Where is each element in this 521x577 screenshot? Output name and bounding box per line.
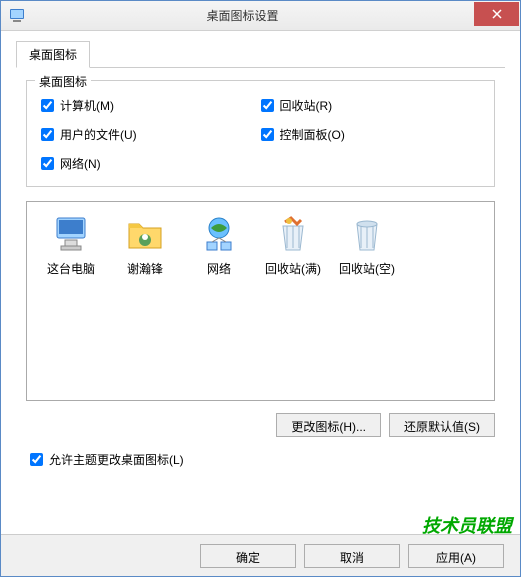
allow-themes-input[interactable]	[30, 453, 43, 466]
close-button[interactable]	[474, 2, 519, 26]
allow-themes-label: 允许主题更改桌面图标(L)	[49, 451, 184, 468]
check-computer[interactable]: 计算机(M)	[41, 97, 261, 114]
recycle-empty-icon	[347, 214, 387, 254]
titlebar: 桌面图标设置	[1, 1, 520, 31]
app-icon	[9, 8, 25, 24]
icon-item-network[interactable]: 网络	[183, 214, 255, 277]
check-controlpanel-label: 控制面板(O)	[280, 126, 345, 143]
icon-item-recyclefull[interactable]: 回收站(满)	[257, 214, 329, 277]
window-title: 桌面图标设置	[31, 7, 454, 24]
check-controlpanel-input[interactable]	[261, 128, 274, 141]
close-icon	[492, 9, 502, 19]
tab-panel: 桌面图标 计算机(M) 回收站(R) 用户的文件(U)	[16, 68, 505, 478]
apply-button[interactable]: 应用(A)	[408, 544, 504, 568]
content-area: 桌面图标 桌面图标 计算机(M) 回收站(R) 用户的文件(U)	[1, 31, 520, 478]
dialog-footer: 确定 取消 应用(A)	[1, 534, 520, 576]
icon-label: 谢瀚锋	[127, 260, 163, 277]
allow-themes-check[interactable]: 允许主题更改桌面图标(L)	[30, 451, 495, 468]
folder-icon	[125, 214, 165, 254]
check-computer-label: 计算机(M)	[60, 97, 114, 114]
tab-strip: 桌面图标	[16, 41, 505, 68]
fieldset-legend: 桌面图标	[35, 73, 91, 90]
restore-default-button[interactable]: 还原默认值(S)	[389, 413, 495, 437]
network-icon	[199, 214, 239, 254]
check-controlpanel[interactable]: 控制面板(O)	[261, 126, 481, 143]
check-userfiles[interactable]: 用户的文件(U)	[41, 126, 261, 143]
check-userfiles-input[interactable]	[41, 128, 54, 141]
recycle-full-icon	[273, 214, 313, 254]
icon-label: 网络	[207, 260, 231, 277]
icon-item-thispc[interactable]: 这台电脑	[35, 214, 107, 277]
computer-icon	[51, 214, 91, 254]
check-computer-input[interactable]	[41, 99, 54, 112]
icon-label: 回收站(满)	[265, 260, 321, 277]
checkbox-grid: 计算机(M) 回收站(R) 用户的文件(U) 控制面板(O)	[41, 97, 480, 172]
ok-button[interactable]: 确定	[200, 544, 296, 568]
icon-preview-listbox[interactable]: 这台电脑 谢瀚锋	[26, 201, 495, 401]
icon-label: 回收站(空)	[339, 260, 395, 277]
icon-item-recycleempty[interactable]: 回收站(空)	[331, 214, 403, 277]
cancel-button[interactable]: 取消	[304, 544, 400, 568]
check-userfiles-label: 用户的文件(U)	[60, 126, 137, 143]
icon-item-userfolder[interactable]: 谢瀚锋	[109, 214, 181, 277]
change-icon-button[interactable]: 更改图标(H)...	[276, 413, 381, 437]
check-recycle-label: 回收站(R)	[280, 97, 333, 114]
check-recycle[interactable]: 回收站(R)	[261, 97, 481, 114]
icon-button-row: 更改图标(H)... 还原默认值(S)	[26, 413, 495, 437]
tab-desktop-icons[interactable]: 桌面图标	[16, 41, 90, 68]
check-network[interactable]: 网络(N)	[41, 155, 261, 172]
dialog-window: 桌面图标设置 桌面图标 桌面图标 计算机(M) 回收站(R)	[0, 0, 521, 577]
check-network-label: 网络(N)	[60, 155, 101, 172]
desktop-icons-fieldset: 桌面图标 计算机(M) 回收站(R) 用户的文件(U)	[26, 80, 495, 187]
icon-label: 这台电脑	[47, 260, 95, 277]
check-network-input[interactable]	[41, 157, 54, 170]
check-recycle-input[interactable]	[261, 99, 274, 112]
